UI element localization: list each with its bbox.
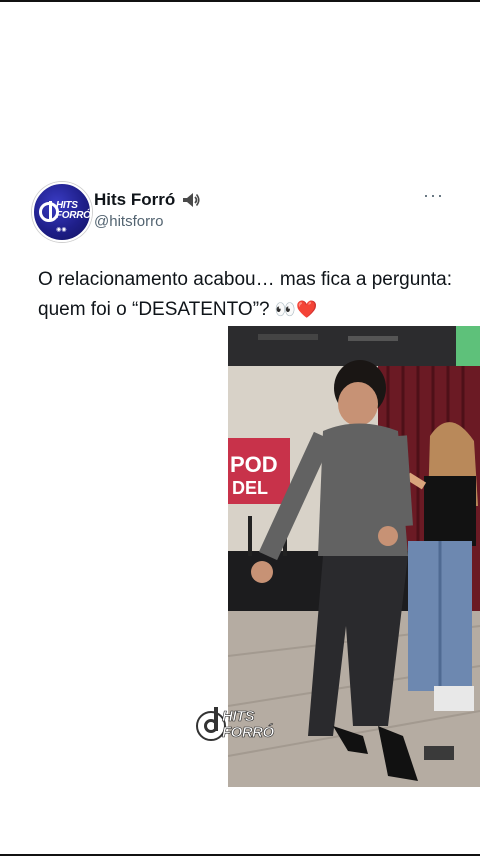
- post-text-emojis: 👀❤️: [274, 300, 318, 319]
- top-border: [0, 0, 480, 2]
- speaker-icon: [181, 191, 201, 209]
- watermark-text-line2: FORRÓ: [222, 724, 275, 741]
- avatar-logo-text: HITS FORRÓ: [56, 200, 91, 221]
- author-handle[interactable]: @hitsforro: [94, 213, 163, 230]
- logo-dots-icon: ◉◉: [56, 227, 67, 233]
- more-options-icon[interactable]: ···: [423, 186, 444, 204]
- avatar[interactable]: HITS FORRÓ ◉◉: [32, 182, 92, 242]
- author-display-name[interactable]: Hits Forró: [94, 190, 175, 210]
- post-header: HITS FORRÓ ◉◉ Hits Forró @hitsforro ···: [32, 182, 452, 242]
- watermark-text: HITS FORRÓ: [222, 708, 275, 741]
- brand-watermark: HITS FORRÓ: [196, 703, 282, 749]
- post-text: O relacionamento acabou… mas fica a perg…: [38, 265, 458, 325]
- sign-text-line2: DEL: [232, 478, 268, 498]
- sign-text-line1: POD: [230, 452, 278, 477]
- post-text-body: O relacionamento acabou… mas fica a perg…: [38, 269, 453, 320]
- watermark-text-line1: HITS: [222, 708, 255, 725]
- author-name-line: Hits Forró: [94, 188, 201, 212]
